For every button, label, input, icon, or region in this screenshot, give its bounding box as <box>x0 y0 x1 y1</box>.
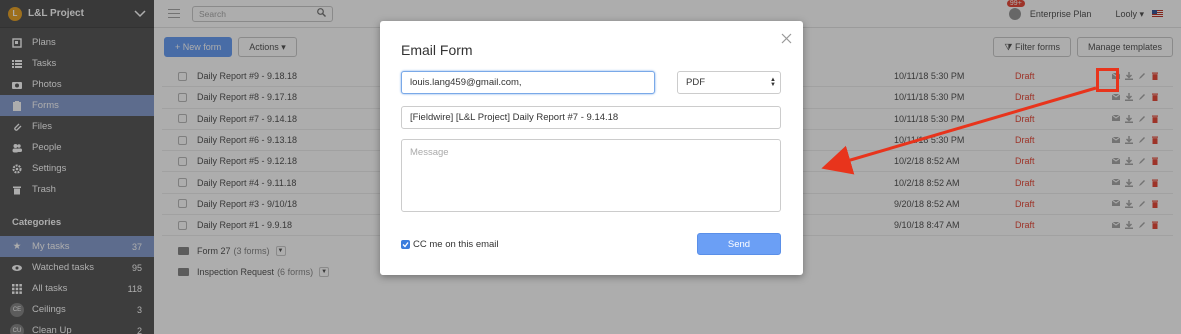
modal-title: Email Form <box>401 42 473 58</box>
message-placeholder: Message <box>410 147 449 158</box>
email-form-modal: Email Form louis.lang459@gmail.com, PDF … <box>380 21 803 275</box>
close-icon[interactable] <box>781 33 792 44</box>
cc-me-checkbox[interactable]: CC me on this email <box>401 239 499 250</box>
select-arrows-icon: ▲ ▼ <box>770 77 776 88</box>
recipient-email-field[interactable]: louis.lang459@gmail.com, <box>401 71 655 94</box>
recipient-email-value: louis.lang459@gmail.com, <box>410 77 522 88</box>
message-textarea[interactable]: Message <box>401 139 781 212</box>
format-select[interactable]: PDF ▲ ▼ <box>677 71 781 94</box>
subject-value: [Fieldwire] [L&L Project] Daily Report #… <box>410 112 619 123</box>
format-value: PDF <box>686 77 705 88</box>
checkmark-icon <box>401 240 410 249</box>
send-button[interactable]: Send <box>697 233 781 255</box>
send-label: Send <box>727 238 751 250</box>
subject-field[interactable]: [Fieldwire] [L&L Project] Daily Report #… <box>401 106 781 129</box>
cc-label: CC me on this email <box>413 239 499 250</box>
